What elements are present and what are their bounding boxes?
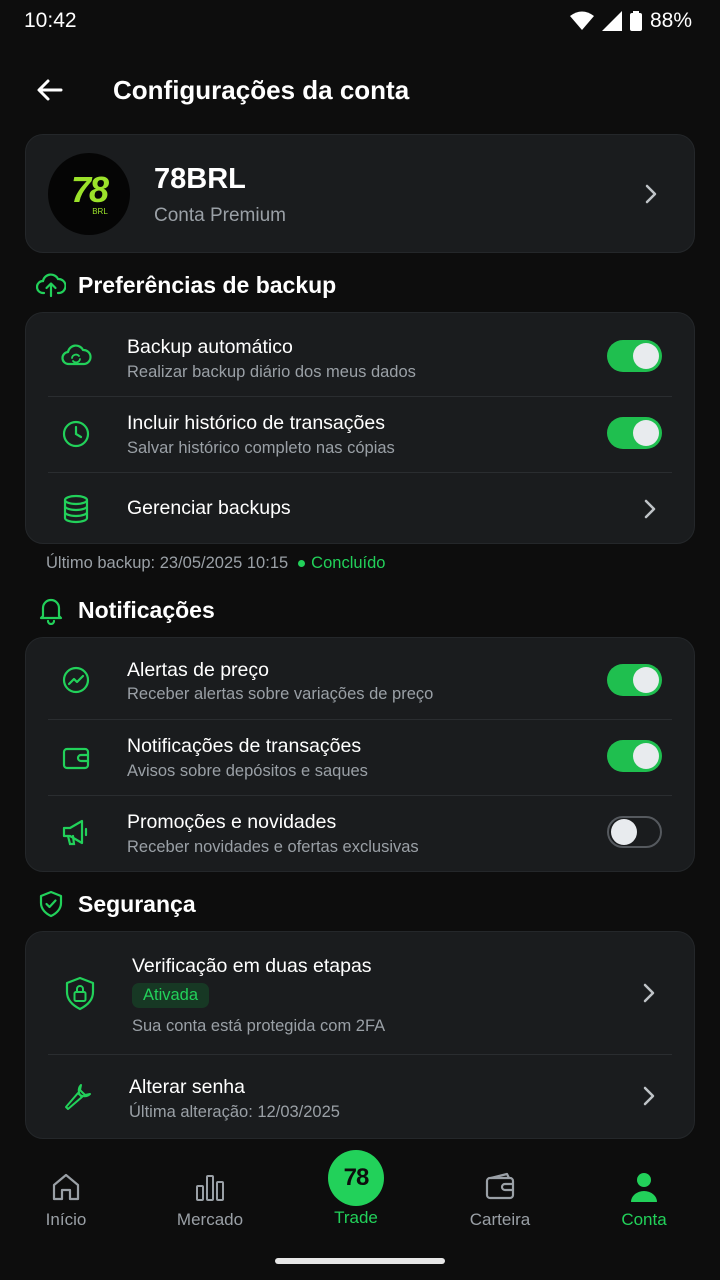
include-history-toggle[interactable]	[607, 417, 662, 449]
chevron-right-icon	[643, 1086, 655, 1106]
status-icons: 88%	[569, 9, 692, 33]
cloud-sync-icon	[61, 344, 92, 366]
chevron-right-icon	[644, 499, 656, 519]
list-item-auto-backup[interactable]: Backup automático Realizar backup diário…	[26, 313, 694, 396]
status-dot	[298, 560, 306, 567]
price-alerts-toggle[interactable]	[607, 664, 662, 696]
wrench-icon	[65, 1084, 91, 1110]
row-title: Incluir histórico de transações	[127, 412, 385, 434]
row-subtitle: Última alteração: 12/03/2025	[129, 1103, 340, 1121]
row-subtitle: Receber alertas sobre variações de preço	[127, 685, 434, 703]
transaction-notifications-toggle[interactable]	[607, 740, 662, 772]
top-app-bar: Configurações da conta	[0, 62, 720, 118]
list-item-change-password[interactable]: Alterar senha Última alteração: 12/03/20…	[26, 1055, 694, 1140]
nav-label: Mercado	[176, 1210, 244, 1229]
logo-text: 78	[70, 169, 109, 210]
last-backup-text: Último backup: 23/05/2025 10:15	[46, 554, 289, 572]
nav-item-home[interactable]: Início	[11, 1170, 121, 1230]
nav-label-trade[interactable]: Trade	[316, 1208, 396, 1228]
row-subtitle: Sua conta está protegida com 2FA	[132, 1017, 386, 1035]
last-backup-status: Concluído	[311, 554, 386, 572]
wallet-icon	[62, 747, 90, 770]
list-item-promotions[interactable]: Promoções e novidades Receber novidades …	[26, 796, 694, 873]
nav-label: Início	[45, 1210, 87, 1229]
signal-icon	[601, 11, 622, 31]
security-card: Verificação em duas etapas Ativada Sua c…	[25, 931, 695, 1139]
section-backup-title: Preferências de backup	[78, 271, 337, 298]
list-item-price-alerts[interactable]: Alertas de preço Receber alertas sobre v…	[26, 638, 694, 719]
megaphone-icon	[62, 819, 88, 846]
row-title: Alterar senha	[129, 1076, 245, 1098]
row-title: Backup automático	[127, 336, 293, 358]
row-title: Alertas de preço	[127, 659, 269, 681]
page-title: Configurações da conta	[113, 74, 410, 105]
nav-item-market[interactable]: Mercado	[155, 1170, 265, 1230]
section-backup-header: Preferências de backup	[36, 270, 336, 300]
list-item-transaction-notifications[interactable]: Notificações de transações Avisos sobre …	[26, 720, 694, 795]
status-time: 10:42	[24, 9, 77, 32]
account-logo: 78 BRL	[48, 153, 130, 235]
battery-icon	[629, 11, 642, 31]
home-indicator[interactable]	[275, 1258, 445, 1264]
row-subtitle: Salvar histórico completo nas cópias	[127, 439, 395, 457]
status-badge: Ativada	[132, 983, 210, 1008]
auto-backup-toggle[interactable]	[607, 340, 662, 372]
backup-card: Backup automático Realizar backup diário…	[25, 312, 695, 544]
row-subtitle: Realizar backup diário dos meus dados	[127, 363, 416, 381]
chevron-right-icon	[643, 983, 655, 1003]
nav-item-account[interactable]: Conta	[589, 1170, 699, 1230]
section-security-title: Segurança	[78, 890, 196, 917]
account-plan: Conta Premium	[154, 205, 286, 226]
bell-icon	[39, 598, 63, 625]
nav-label: Carteira	[469, 1210, 531, 1229]
notifications-card: Alertas de preço Receber alertas sobre v…	[25, 637, 695, 872]
chart-bars-icon	[196, 1175, 224, 1201]
cloud-upload-icon	[36, 273, 66, 298]
battery-percent: 88%	[649, 9, 692, 32]
nav-label: Conta	[621, 1210, 667, 1229]
section-notifications-title: Notificações	[78, 596, 215, 623]
trend-icon	[62, 666, 90, 694]
logo-subtext: BRL	[92, 207, 108, 216]
list-item-two-factor[interactable]: Verificação em duas etapas Ativada Sua c…	[26, 932, 694, 1054]
nav-item-wallet[interactable]: Carteira	[445, 1170, 555, 1230]
row-subtitle: Receber novidades e ofertas exclusivas	[127, 838, 419, 856]
row-title: Notificações de transações	[127, 735, 362, 757]
status-bar: 10:42 88%	[0, 0, 720, 42]
bottom-navigation: Início Mercado 78 Trade Carteira Conta	[0, 1150, 720, 1250]
account-name: 78BRL	[154, 163, 246, 195]
person-icon	[631, 1173, 657, 1202]
section-security-header: Segurança	[36, 889, 196, 919]
shield-check-icon	[39, 890, 63, 918]
wallet-icon	[485, 1172, 515, 1200]
chevron-right-icon	[645, 184, 657, 204]
home-icon	[52, 1173, 80, 1201]
last-backup-info: Último backup: 23/05/2025 10:15 Concluíd…	[46, 554, 385, 573]
wifi-icon	[569, 11, 594, 30]
back-arrow-icon[interactable]	[34, 74, 66, 106]
trade-button[interactable]: 78	[328, 1150, 384, 1206]
section-notifications-header: Notificações	[36, 595, 215, 625]
database-icon	[63, 494, 89, 524]
row-title: Promoções e novidades	[127, 811, 337, 833]
list-item-manage-backups[interactable]: Gerenciar backups	[26, 473, 694, 545]
row-title: Verificação em duas etapas	[132, 955, 372, 977]
row-subtitle: Avisos sobre depósitos e saques	[127, 762, 368, 780]
promotions-toggle[interactable]	[607, 816, 662, 848]
row-title: Gerenciar backups	[127, 497, 291, 519]
clock-icon	[62, 420, 90, 448]
list-item-include-history[interactable]: Incluir histórico de transações Salvar h…	[26, 397, 694, 472]
profile-card[interactable]: 78 BRL 78BRL Conta Premium	[25, 134, 695, 253]
shield-lock-icon	[65, 976, 95, 1011]
